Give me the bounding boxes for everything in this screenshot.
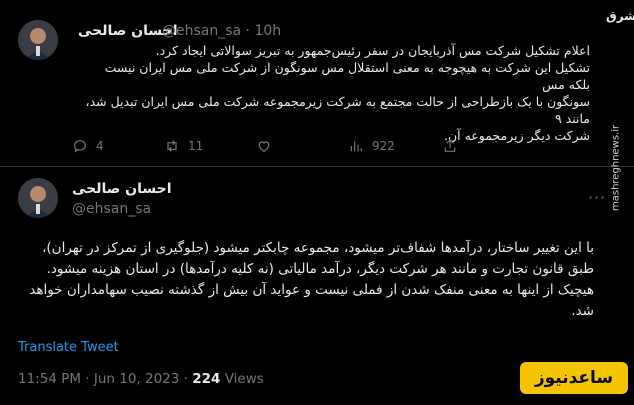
heart-icon [258,141,270,153]
author-handle-time[interactable]: @ehsan_sa · 10h [162,23,281,39]
translate-tweet-link[interactable]: Translate Tweet [18,340,119,355]
reply-count: 4 [96,139,104,153]
tweet2-text: با این تغییر ساختار، درآمدها شفاف‌تر میش… [18,238,594,322]
tweet2-line: با این تغییر ساختار، درآمدها شفاف‌تر میش… [42,240,594,256]
tweet1-actions: 4 11 922 [72,136,572,156]
tweet-metadata: 11:54 PM · Jun 10, 2023 · 224 Views [18,371,264,387]
divider [0,166,634,167]
profile-photo-icon [18,20,58,60]
reply-icon [74,140,86,153]
views-button[interactable]: 922 [348,136,395,156]
like-button[interactable] [256,136,280,156]
tweet2-line: هیچیک از اینها به معنی منفک شدن از فملی … [29,282,594,298]
reply-button[interactable]: 4 [72,136,104,156]
retweet-count: 11 [188,139,204,153]
share-icon [444,139,456,152]
timestamp[interactable]: 11:54 PM · Jun 10, 2023 · [18,371,192,387]
views-count: 224 [192,371,221,387]
author-name[interactable]: احسان صالحی [72,181,172,197]
views-chart-icon [350,141,362,152]
tweet2-line: شد. [571,303,594,319]
profile-photo-icon [18,178,58,218]
avatar[interactable] [18,178,58,218]
views-count: 922 [372,139,395,153]
avatar[interactable] [18,20,58,60]
retweet-icon [167,140,177,152]
share-button[interactable] [442,136,458,156]
tweet1-text: اعلام تشکیل شرکت مس آذربایجان در سفر رئی… [80,42,590,144]
author-handle[interactable]: @ehsan_sa [72,201,151,217]
views-label: Views [220,371,264,387]
watermark-url: mashreghnews.ir [610,124,622,212]
mashregh-logo: مشرق [606,9,634,23]
tweet1-line: تشکیل این شرکت به هیچوجه به معنی استقلال… [104,60,590,92]
tweet2-line: طبق قانون تجارت و مانند هر شرکت دیگر، در… [46,261,594,277]
retweet-button[interactable]: 11 [164,136,203,156]
tweet1-line: اعلام تشکیل شرکت مس آذربایجان در سفر رئی… [155,43,590,58]
tweet1-line: سونگون با یک بازطراحی از حالت مجتمع به ش… [85,94,590,126]
saednews-badge: ساعدنیوز [520,362,628,394]
tweet1-header: احسان صالحی @ehsan_sa · 10h [70,20,590,42]
